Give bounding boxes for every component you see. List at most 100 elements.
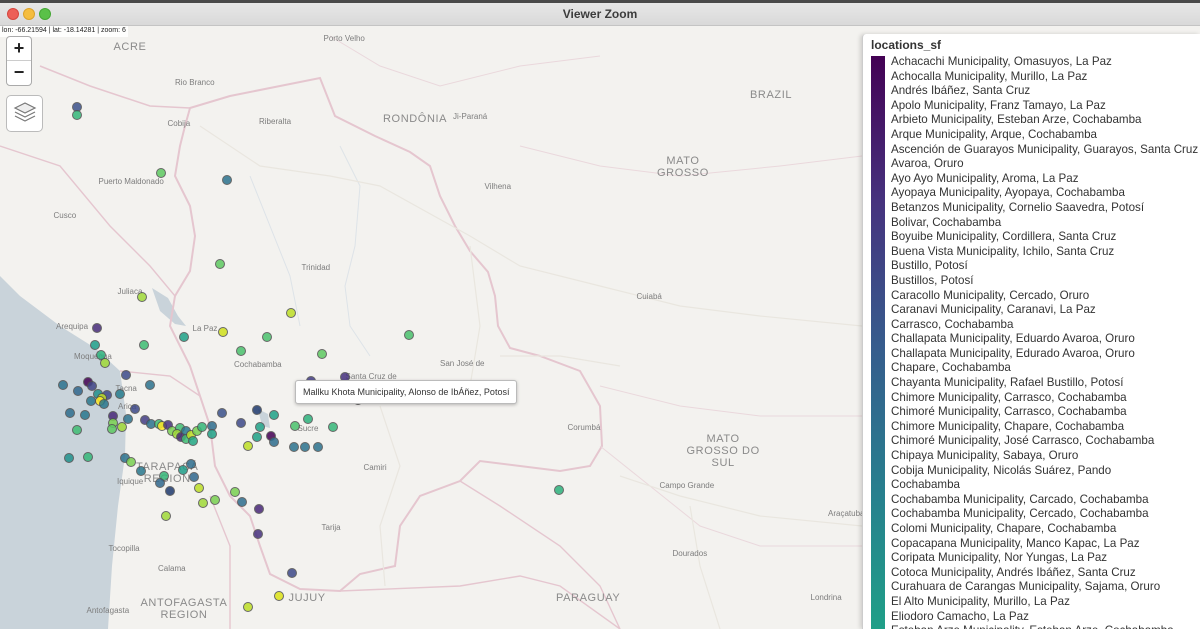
location-marker[interactable]: [138, 340, 149, 351]
location-marker[interactable]: [154, 478, 165, 488]
location-marker[interactable]: [327, 421, 338, 432]
location-marker[interactable]: [130, 403, 141, 414]
city-label: Iquique: [117, 476, 144, 486]
city-label: Cusco: [53, 210, 77, 220]
city-label: Antofagasta: [86, 605, 130, 615]
layers-button[interactable]: [6, 95, 43, 132]
city-label: Arequipa: [56, 321, 89, 331]
location-marker[interactable]: [214, 259, 225, 270]
location-marker[interactable]: [218, 326, 229, 337]
location-marker[interactable]: [71, 424, 82, 435]
legend-item: Challapata Municipality, Eduardo Avaroa,…: [891, 332, 1135, 346]
city-label: Londrina: [810, 592, 842, 602]
location-marker[interactable]: [217, 407, 228, 418]
legend-item: Boyuibe Municipality, Cordillera, Santa …: [891, 230, 1117, 244]
location-marker[interactable]: [144, 380, 155, 391]
location-marker[interactable]: [164, 486, 175, 497]
city-label: Trinidad: [301, 262, 331, 272]
legend-item: Chimoré Municipality, Carrasco, Cochabam…: [891, 405, 1127, 419]
legend-item: Copacapana Municipality, Manco Kapac, La…: [891, 536, 1140, 550]
legend-item: Colomi Municipality, Chapare, Cochabamba: [891, 522, 1117, 535]
location-marker[interactable]: [58, 379, 69, 390]
region-label: RONDÔNIA: [383, 113, 448, 125]
legend-item: Cochabamba Municipality, Cercado, Cochab…: [891, 507, 1149, 521]
legend-item: Caranavi Municipality, Caranavi, La Paz: [891, 303, 1096, 317]
city-label: Vilhena: [484, 181, 512, 191]
location-marker[interactable]: [290, 420, 301, 431]
location-marker[interactable]: [302, 413, 313, 424]
location-marker[interactable]: [90, 339, 101, 350]
location-marker[interactable]: [135, 466, 146, 476]
city-label: Puerto Maldonado: [98, 176, 164, 186]
legend-item: Cotoca Municipality, Andrés Ibáñez, Sant…: [891, 565, 1136, 579]
location-marker[interactable]: [120, 370, 131, 381]
legend-items: Achacachi Municipality, Omasuyos, La Paz…: [891, 55, 1198, 629]
legend-item: Coripata Municipality, Nor Yungas, La Pa…: [891, 551, 1108, 565]
city-label: Calama: [158, 563, 186, 573]
legend-item: Avaroa, Oruro: [891, 157, 964, 171]
location-marker[interactable]: [300, 441, 311, 452]
location-marker[interactable]: [261, 332, 272, 343]
city-label: Corumbá: [567, 422, 601, 432]
city-label: Araçatuba: [828, 508, 865, 518]
city-label: San José de: [440, 358, 485, 368]
location-marker[interactable]: [273, 590, 284, 601]
legend-item: Challapata Municipality, Edurado Avaroa,…: [891, 346, 1135, 360]
city-label: Porto Velho: [323, 33, 365, 43]
location-marker[interactable]: [179, 332, 189, 343]
location-marker[interactable]: [251, 431, 262, 442]
location-marker[interactable]: [403, 329, 414, 340]
region-label: MATO GROSSO DO SUL: [686, 433, 760, 469]
legend-panel[interactable]: locations_sf Achacachi Municipality, Oma…: [862, 34, 1200, 629]
location-marker[interactable]: [252, 404, 263, 415]
city-label: Tarija: [321, 522, 341, 532]
city-label: Cobija: [167, 118, 191, 128]
legend-item: Bolivar, Cochabamba: [891, 215, 1002, 229]
legend-item: Arbieto Municipality, Esteban Arze, Coch…: [891, 113, 1142, 127]
location-marker[interactable]: [188, 471, 199, 482]
city-label: Rio Branco: [175, 77, 215, 87]
legend-item: Chipaya Municipality, Sabaya, Oruro: [891, 449, 1079, 463]
location-marker[interactable]: [64, 452, 75, 463]
location-marker[interactable]: [242, 441, 253, 452]
location-marker[interactable]: [188, 435, 199, 446]
legend-item: Chapare, Cochabamba: [891, 361, 1011, 375]
legend-item: Achocalla Municipality, Murillo, La Paz: [891, 69, 1088, 83]
lake-titicaca: [152, 288, 186, 326]
location-marker[interactable]: [116, 421, 127, 432]
legend-item: Ascención de Guarayos Municipality, Guar…: [891, 142, 1199, 156]
zoom-out-button[interactable]: −: [7, 61, 31, 85]
country-label: BRAZIL: [750, 89, 793, 101]
zoom-in-button[interactable]: +: [7, 37, 31, 61]
zoom-control: + −: [6, 36, 32, 86]
location-marker[interactable]: [82, 451, 93, 462]
location-marker[interactable]: [255, 421, 266, 432]
legend-item: Arque Municipality, Arque, Cochabamba: [891, 127, 1098, 141]
legend-item: Chimore Municipality, Chapare, Cochabamb…: [891, 419, 1125, 433]
title-bar: Viewer Zoom: [0, 0, 1200, 26]
location-marker[interactable]: [98, 399, 109, 410]
legend-item: Curahuara de Carangas Municipality, Saja…: [891, 580, 1161, 594]
legend-item: Chimoré Municipality, José Carrasco, Coc…: [891, 434, 1155, 448]
location-marker[interactable]: [160, 510, 171, 521]
window-title: Viewer Zoom: [562, 7, 638, 21]
legend-item: Buena Vista Municipality, Ichilo, Santa …: [891, 244, 1115, 258]
city-label: Cuiabá: [636, 291, 662, 301]
legend-item: El Alto Municipality, Murillo, La Paz: [891, 594, 1070, 608]
legend-item: Betanzos Municipality, Cornelio Saavedra…: [891, 200, 1145, 214]
legend-item: Carrasco, Cochabamba: [891, 317, 1014, 331]
location-marker[interactable]: [198, 497, 209, 508]
location-marker[interactable]: [107, 423, 118, 434]
layers-icon: [13, 102, 37, 122]
legend-item: Cochabamba: [891, 478, 960, 492]
legend-item: Cochabamba Municipality, Carcado, Cochab…: [891, 492, 1149, 506]
viewer-window: Viewer Zoom BRAZIL PARAGUAY ACRE RONDÔNIA MA…: [0, 0, 1200, 629]
region-label: MATO GROSSO: [657, 155, 709, 179]
city-label: Sucre: [297, 423, 319, 433]
location-marker[interactable]: [289, 441, 300, 452]
city-label: Campo Grande: [659, 480, 715, 490]
region-label: JUJUY: [288, 592, 326, 604]
legend-item: Bustillos, Potosí: [891, 273, 974, 287]
location-marker[interactable]: [86, 395, 97, 406]
legend-item: Caracollo Municipality, Cercado, Oruro: [891, 288, 1090, 302]
